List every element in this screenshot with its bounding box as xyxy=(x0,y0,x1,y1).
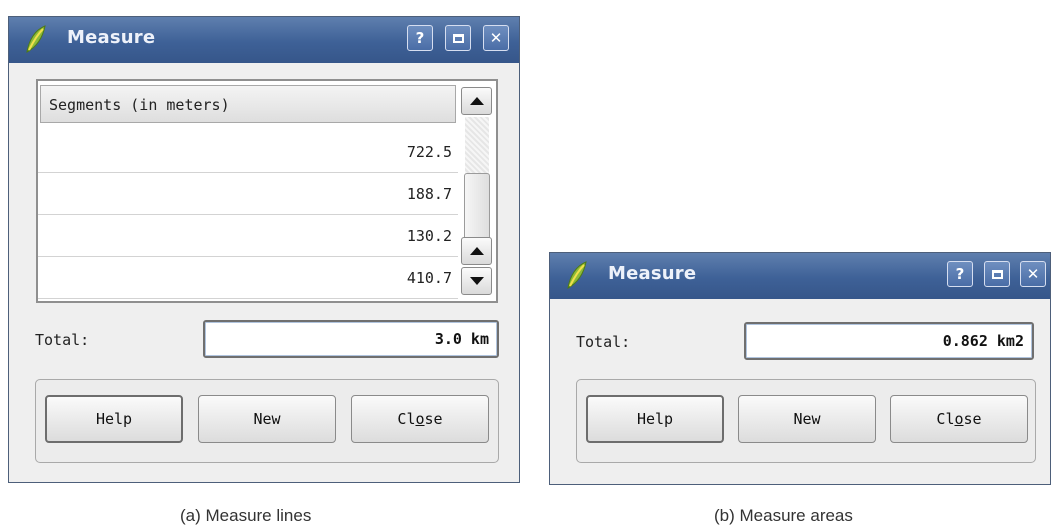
table-row[interactable]: 188.7 xyxy=(38,173,458,215)
vertical-scrollbar[interactable] xyxy=(459,81,496,301)
table-row[interactable]: 410.7 xyxy=(38,257,458,299)
button-box: Help New Cl o se xyxy=(35,379,499,463)
close-icon: ✕ xyxy=(489,29,503,47)
title-bar[interactable]: Measure ? ✕ xyxy=(9,17,519,63)
total-field[interactable]: 0.862 km2 xyxy=(744,322,1034,360)
maximize-icon xyxy=(452,33,464,43)
maximize-button[interactable] xyxy=(445,25,471,51)
question-icon: ? xyxy=(955,265,965,283)
scroll-up-button-lower[interactable] xyxy=(461,237,492,265)
close-button[interactable]: Cl o se xyxy=(351,395,489,443)
close-button[interactable]: Cl o se xyxy=(890,395,1028,443)
question-icon: ? xyxy=(415,29,425,47)
close-window-button[interactable]: ✕ xyxy=(483,25,509,51)
maximize-icon xyxy=(991,269,1003,279)
table-row[interactable]: 722.5 xyxy=(38,131,458,173)
arrow-down-icon xyxy=(469,277,484,285)
window-title: Measure xyxy=(608,263,697,284)
title-bar[interactable]: Measure ? ✕ xyxy=(550,253,1050,299)
close-label-pre: Cl xyxy=(936,410,955,428)
arrow-up-icon xyxy=(469,247,484,255)
close-label-post: se xyxy=(963,410,982,428)
table-row[interactable]: 130.2 xyxy=(38,215,458,257)
total-field[interactable]: 3.0 km xyxy=(203,320,499,358)
help-button[interactable]: Help xyxy=(45,395,183,443)
window-title: Measure xyxy=(67,27,156,48)
close-label-mnemonic: o xyxy=(415,410,425,428)
help-button[interactable]: Help xyxy=(586,395,724,443)
measure-areas-dialog: Measure ? ✕ Total: 0.862 km2 Help New Cl… xyxy=(549,252,1051,485)
new-button[interactable]: New xyxy=(198,395,336,443)
caption-measure-lines: (a) Measure lines xyxy=(180,506,312,525)
new-button[interactable]: New xyxy=(738,395,876,443)
total-label: Total: xyxy=(35,331,90,349)
help-titlebar-button[interactable]: ? xyxy=(407,25,433,51)
close-label-mnemonic: o xyxy=(954,410,964,428)
segments-table[interactable]: Segments (in meters) 722.5 188.7 130.2 4… xyxy=(36,79,498,303)
help-titlebar-button[interactable]: ? xyxy=(947,261,973,287)
qgis-leaf-icon xyxy=(567,261,587,289)
scroll-up-button[interactable] xyxy=(461,87,492,115)
button-box: Help New Cl o se xyxy=(576,379,1036,463)
maximize-button[interactable] xyxy=(984,261,1010,287)
qgis-leaf-icon xyxy=(26,25,46,53)
scroll-down-button[interactable] xyxy=(461,267,492,295)
total-label: Total: xyxy=(576,333,631,351)
close-window-button[interactable]: ✕ xyxy=(1020,261,1046,287)
close-label-pre: Cl xyxy=(397,410,416,428)
arrow-up-icon xyxy=(469,97,484,105)
segments-column-header[interactable]: Segments (in meters) xyxy=(40,85,456,123)
close-label-post: se xyxy=(424,410,443,428)
caption-measure-areas: (b) Measure areas xyxy=(714,506,853,525)
measure-lines-dialog: Measure ? ✕ Segments (in meters) 722.5 1… xyxy=(8,16,520,483)
close-icon: ✕ xyxy=(1026,265,1040,283)
